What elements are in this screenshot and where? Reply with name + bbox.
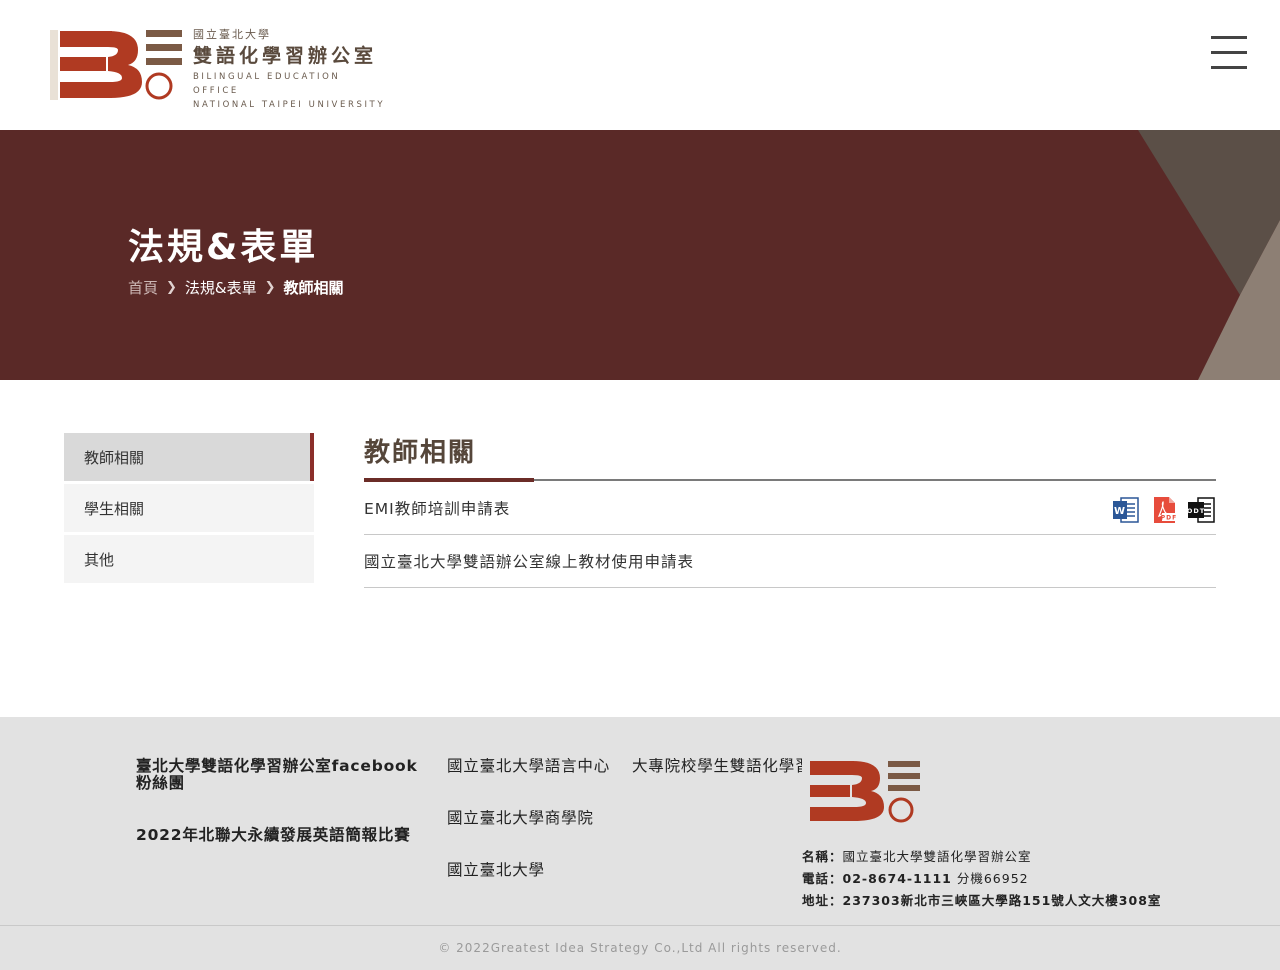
footer-links-col3: 大專院校學生雙語化學習計畫 (632, 758, 802, 775)
footer-contact-info: 名稱：國立臺北大學雙語化學習辦公室 電話：02-8674-1111 分機6695… (802, 846, 1161, 912)
hamburger-menu-icon[interactable] (1211, 35, 1249, 69)
footer-phone-row: 電話：02-8674-1111 分機66952 (802, 871, 1029, 886)
footer-link-ntpu[interactable]: 國立臺北大學 (447, 862, 610, 879)
footer-logo-icon (802, 759, 920, 825)
section-title: 教師相關 (364, 438, 477, 468)
chevron-right-icon: ❯ (264, 280, 276, 295)
site-footer: 臺北大學雙語化學習辦公室facebook粉絲團 2022年北聯大永續發展英語簡報… (0, 717, 1280, 970)
document-row[interactable]: 國立臺北大學雙語辦公室線上教材使用申請表 (364, 535, 1216, 588)
chevron-right-icon: ❯ (166, 280, 177, 295)
footer-link-bilingual-program[interactable]: 大專院校學生雙語化學習計畫 (632, 758, 802, 775)
footer-links-col1: 臺北大學雙語化學習辦公室facebook粉絲團 2022年北聯大永續發展英語簡報… (136, 758, 426, 844)
footer-link-business-college[interactable]: 國立臺北大學商學院 (447, 810, 610, 827)
footer-links-col2: 國立臺北大學語言中心 國立臺北大學商學院 國立臺北大學 (447, 758, 610, 914)
logo-english-line2: NATIONAL TAIPEI UNIVERSITY (193, 100, 386, 110)
footer-link-facebook[interactable]: 臺北大學雙語化學習辦公室facebook粉絲團 (136, 758, 426, 792)
footer-divider (0, 925, 1280, 926)
pdf-icon[interactable]: PDF (1150, 496, 1178, 524)
footer-name-row: 名稱：國立臺北大學雙語化學習辦公室 (802, 849, 1032, 864)
footer-address-row: 地址：237303新北市三峽區大學路151號人文大樓308室 (802, 893, 1162, 908)
page-banner: 法規&表單 首頁 ❯ 法規&表單 ❯ 教師相關 (0, 130, 1280, 380)
footer-link-language-center[interactable]: 國立臺北大學語言中心 (447, 758, 610, 775)
logo-office-name: 雙語化學習辦公室 (193, 45, 378, 67)
page-title: 法規&表單 (128, 227, 319, 268)
breadcrumb-home[interactable]: 首頁 (128, 277, 158, 298)
site-logo[interactable]: 國立臺北大學 雙語化學習辦公室 BILINGUAL EDUCATION OFFI… (50, 28, 390, 110)
site-header: 國立臺北大學 雙語化學習辦公室 BILINGUAL EDUCATION OFFI… (0, 0, 1280, 130)
footer-link-contest[interactable]: 2022年北聯大永續發展英語簡報比賽 (136, 827, 426, 844)
main-content: 教師相關 EMI教師培訓申請表 W PDF ODT 國立臺北大學雙語辦公室線上教… (364, 432, 1216, 588)
sidebar-nav: 教師相關 學生相關 其他 (64, 433, 314, 586)
odt-icon[interactable]: ODT (1188, 496, 1216, 524)
word-icon[interactable]: W (1112, 496, 1140, 524)
document-row[interactable]: EMI教師培訓申請表 W PDF ODT (364, 482, 1216, 535)
sidebar-item-other[interactable]: 其他 (64, 535, 314, 583)
sidebar-item-student[interactable]: 學生相關 (64, 484, 314, 532)
svg-text:ODT: ODT (1188, 507, 1205, 515)
sidebar-item-teacher[interactable]: 教師相關 (64, 433, 314, 481)
svg-text:W: W (1114, 506, 1126, 517)
copyright-text: © 2022Greatest Idea Strategy Co.,Ltd All… (438, 941, 842, 955)
logo-english-line1: BILINGUAL EDUCATION OFFICE (193, 72, 341, 96)
document-name[interactable]: 國立臺北大學雙語辦公室線上教材使用申請表 (364, 550, 694, 572)
breadcrumb-section[interactable]: 法規&表單 (185, 277, 257, 298)
svg-text:PDF: PDF (1161, 515, 1177, 522)
logo-mark-icon (50, 30, 182, 100)
breadcrumb: 首頁 ❯ 法規&表單 ❯ 教師相關 (128, 277, 344, 298)
document-name[interactable]: EMI教師培訓申請表 (364, 497, 510, 519)
logo-university-name: 國立臺北大學 (193, 28, 271, 41)
breadcrumb-current: 教師相關 (283, 279, 344, 297)
